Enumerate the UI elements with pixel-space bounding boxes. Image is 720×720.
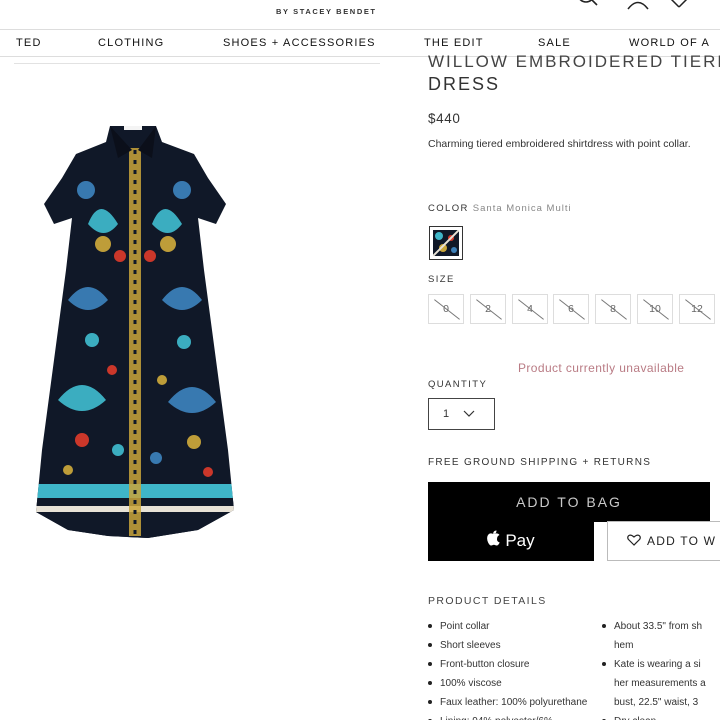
list-item: Short sleeves	[428, 636, 587, 655]
product-title-partial: WILLOW EMBROIDERED TIERED	[428, 52, 720, 71]
list-item: Kate is wearing a si	[602, 655, 720, 674]
color-swatch[interactable]	[429, 226, 463, 260]
product-title: DRESS	[428, 74, 501, 94]
size-option-2[interactable]: 2	[470, 294, 506, 324]
size-option-12[interactable]: 12	[679, 294, 715, 324]
product-price: $440	[428, 111, 461, 126]
shipping-info: FREE GROUND SHIPPING + RETURNS	[428, 457, 652, 468]
divider	[14, 63, 380, 64]
availability-message: Product currently unavailable	[518, 361, 685, 375]
list-item: Faux leather: 100% polyurethane	[428, 693, 587, 712]
add-to-wishlist-button[interactable]: ADD TO W	[607, 521, 720, 561]
quantity-select[interactable]: 1	[428, 398, 495, 430]
color-label: COLOR Santa Monica Multi	[428, 203, 572, 214]
apple-pay-button[interactable]: Pay	[428, 521, 594, 561]
list-item: Lining: 94% polyester/6%	[428, 712, 587, 720]
size-option-6[interactable]: 6	[553, 294, 589, 324]
apple-pay-label: Pay	[505, 531, 535, 550]
product-image[interactable]	[28, 120, 244, 552]
heart-icon	[627, 534, 641, 549]
add-to-bag-button[interactable]: ADD TO BAG	[428, 482, 710, 522]
nav-item-sale[interactable]: SALE	[538, 37, 571, 49]
list-item: her measurements a	[614, 678, 706, 689]
size-option-10[interactable]: 10	[637, 294, 673, 324]
product-details-list: Point collar Short sleeves Front-button …	[428, 617, 587, 720]
list-item: hem	[614, 640, 634, 651]
quantity-value: 1	[443, 408, 450, 420]
user-icon[interactable]	[626, 0, 650, 15]
nav-item-the-edit[interactable]: THE EDIT	[424, 37, 484, 49]
nav-item-world-of[interactable]: WORLD OF A	[629, 37, 710, 49]
nav-item-clothing[interactable]: CLOTHING	[98, 37, 164, 49]
size-option-4[interactable]: 4	[512, 294, 548, 324]
nav-item-edited[interactable]: TED	[16, 37, 42, 49]
list-item: Point collar	[428, 617, 587, 636]
product-description: Charming tiered embroidered shirtdress w…	[428, 138, 691, 150]
size-label: SIZE	[428, 274, 455, 285]
wishlist-label: ADD TO W	[647, 534, 717, 548]
heart-icon[interactable]	[668, 0, 690, 15]
search-icon[interactable]	[576, 0, 600, 15]
color-value: Santa Monica Multi	[472, 203, 572, 214]
size-option-8[interactable]: 8	[595, 294, 631, 324]
list-item: 100% viscose	[428, 674, 587, 693]
header-icons	[570, 0, 700, 10]
nav-item-shoes-accessories[interactable]: SHOES + ACCESSORIES	[223, 37, 376, 49]
size-option-0[interactable]: 0	[428, 294, 464, 324]
product-details-heading: PRODUCT DETAILS	[428, 595, 547, 607]
brand-subtitle: BY STACEY BENDET	[276, 7, 377, 16]
list-item: Front-button closure	[428, 655, 587, 674]
product-details-list-2: About 33.5" from sh hem Kate is wearing …	[602, 617, 720, 720]
apple-logo-icon	[487, 530, 501, 552]
list-item: About 33.5" from sh	[602, 617, 720, 636]
quantity-label: QUANTITY	[428, 379, 488, 390]
list-item: bust, 22.5" waist, 3	[614, 697, 699, 708]
list-item: Dry clean	[602, 712, 720, 720]
chevron-down-icon	[463, 409, 475, 421]
